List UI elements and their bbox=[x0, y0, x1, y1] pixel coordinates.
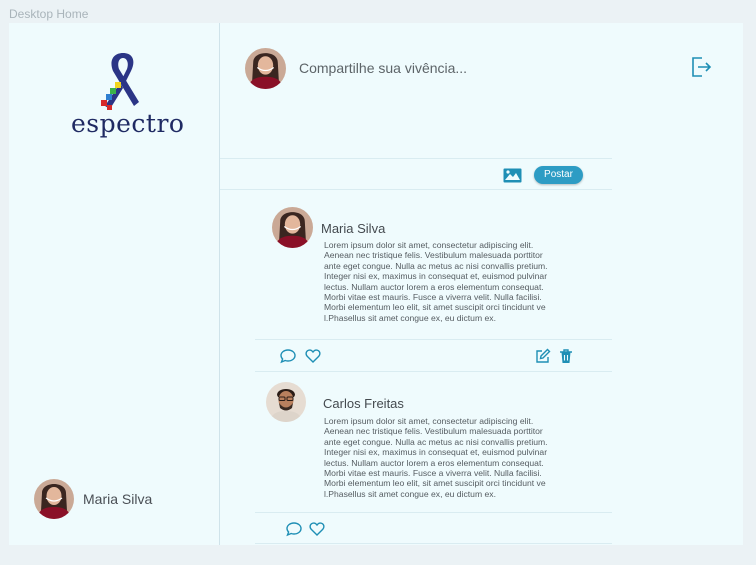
frame-label: Desktop Home bbox=[9, 7, 89, 21]
post-author-name[interactable]: Carlos Freitas bbox=[323, 396, 404, 411]
divider bbox=[255, 339, 612, 340]
post-text: Lorem ipsum dolor sit amet, consectetur … bbox=[324, 416, 548, 499]
brand-logo[interactable]: espectro bbox=[71, 51, 185, 141]
divider bbox=[220, 189, 612, 190]
composer-input[interactable]: Compartilhe sua vivência... bbox=[299, 60, 467, 76]
divider bbox=[255, 512, 612, 513]
post-author-avatar[interactable] bbox=[266, 382, 306, 422]
trash-icon[interactable] bbox=[558, 348, 574, 364]
user-avatar-icon bbox=[34, 479, 74, 519]
post-author-avatar[interactable] bbox=[272, 207, 313, 248]
divider bbox=[255, 543, 612, 544]
post-button[interactable]: Postar bbox=[534, 166, 583, 184]
edit-icon[interactable] bbox=[535, 348, 551, 364]
ribbon-icon bbox=[101, 53, 139, 110]
sidebar-user-name: Maria Silva bbox=[83, 491, 153, 507]
comment-icon[interactable] bbox=[280, 348, 296, 364]
divider bbox=[220, 158, 612, 159]
post-author-name[interactable]: Maria Silva bbox=[321, 221, 385, 236]
heart-icon[interactable] bbox=[305, 348, 321, 364]
post-text: Lorem ipsum dolor sit amet, consectetur … bbox=[324, 240, 548, 323]
logout-icon[interactable] bbox=[689, 55, 713, 79]
user-avatar-icon bbox=[272, 207, 313, 248]
comment-icon[interactable] bbox=[286, 521, 302, 537]
user-avatar-icon bbox=[266, 382, 306, 422]
heart-icon[interactable] bbox=[309, 521, 325, 537]
user-avatar-icon bbox=[245, 48, 286, 89]
sidebar: espectro Maria Silva bbox=[9, 23, 220, 545]
desktop-home-frame: espectro Maria Silva Compartilhe sua viv… bbox=[9, 23, 743, 545]
divider bbox=[255, 371, 612, 372]
brand-name: espectro bbox=[71, 109, 185, 138]
avatar[interactable] bbox=[34, 479, 74, 519]
image-icon[interactable] bbox=[503, 168, 522, 183]
composer-avatar bbox=[245, 48, 286, 89]
